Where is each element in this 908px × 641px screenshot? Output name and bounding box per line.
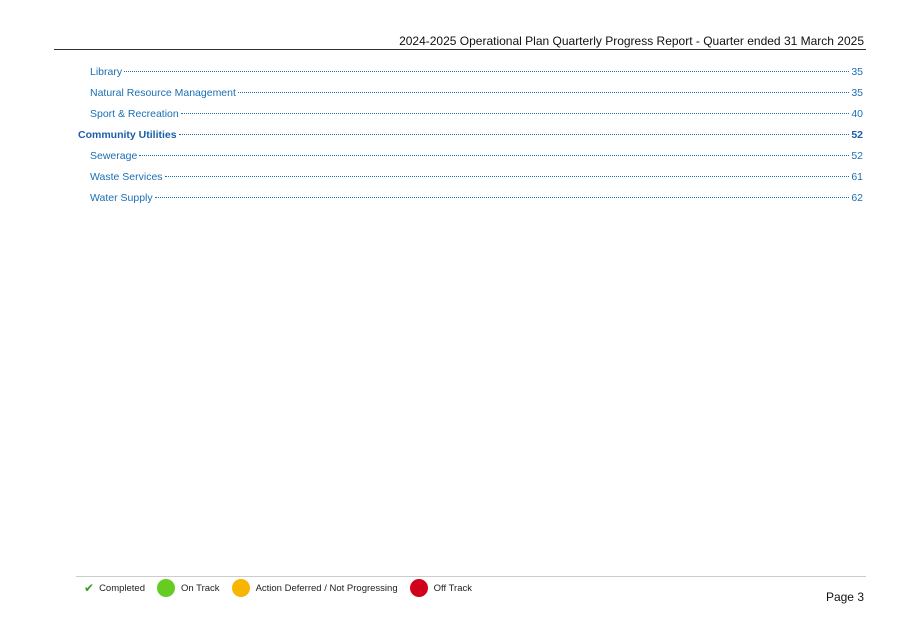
green-dot-icon xyxy=(157,579,176,597)
toc-entry-sewerage[interactable]: Sewerage 52 xyxy=(90,150,863,164)
toc-entry-label: Library xyxy=(90,66,123,78)
toc-leader-dots xyxy=(180,113,850,114)
toc-entry-page: 35 xyxy=(851,87,863,99)
toc-leader-dots xyxy=(164,176,850,177)
toc-entry-label: Sport & Recreation xyxy=(90,108,179,120)
toc-entry-page: 62 xyxy=(851,192,863,204)
legend-item-on-track: On Track xyxy=(157,579,220,597)
legend-label: Completed xyxy=(99,582,146,594)
toc-entry-label: Natural Resource Management xyxy=(90,87,236,99)
header-divider xyxy=(54,49,866,50)
toc-entry-community-utilities[interactable]: Community Utilities 52 xyxy=(78,129,863,143)
status-legend: ✔ Completed On Track Action Deferred / N… xyxy=(84,579,484,597)
toc-entry-library[interactable]: Library 35 xyxy=(90,66,863,80)
toc-entry-sport-recreation[interactable]: Sport & Recreation 40 xyxy=(90,108,863,122)
report-title: 2024-2025 Operational Plan Quarterly Pro… xyxy=(399,34,864,48)
footer-divider xyxy=(76,576,866,577)
toc-leader-dots xyxy=(178,134,850,135)
legend-item-off-track: Off Track xyxy=(409,579,472,597)
toc-entry-water-supply[interactable]: Water Supply 62 xyxy=(90,192,863,206)
legend-label: On Track xyxy=(181,582,220,594)
toc-entry-page: 61 xyxy=(851,171,863,183)
legend-label: Off Track xyxy=(433,582,472,594)
legend-item-completed: ✔ Completed xyxy=(84,581,145,595)
toc-entry-label: Water Supply xyxy=(90,192,153,204)
toc-entry-page: 40 xyxy=(851,108,863,120)
toc-leader-dots xyxy=(154,197,850,198)
toc-entry-page: 52 xyxy=(851,150,863,162)
orange-dot-icon xyxy=(231,579,250,597)
toc-entry-page: 52 xyxy=(851,129,863,141)
toc-entry-label: Waste Services xyxy=(90,171,163,183)
legend-item-deferred: Action Deferred / Not Progressing xyxy=(231,579,398,597)
toc-entry-label: Community Utilities xyxy=(78,129,177,141)
red-dot-icon xyxy=(409,579,428,597)
check-icon: ✔ xyxy=(84,581,95,595)
toc-entry-page: 35 xyxy=(851,66,863,78)
toc-entry-natural-resource-management[interactable]: Natural Resource Management 35 xyxy=(90,87,863,101)
toc-leader-dots xyxy=(124,71,850,72)
toc-leader-dots xyxy=(139,155,850,156)
toc-entry-waste-services[interactable]: Waste Services 61 xyxy=(90,171,863,185)
toc-leader-dots xyxy=(237,92,850,93)
toc-entry-label: Sewerage xyxy=(90,150,138,162)
page-number: Page 3 xyxy=(825,590,864,604)
legend-label: Action Deferred / Not Progressing xyxy=(255,582,398,594)
